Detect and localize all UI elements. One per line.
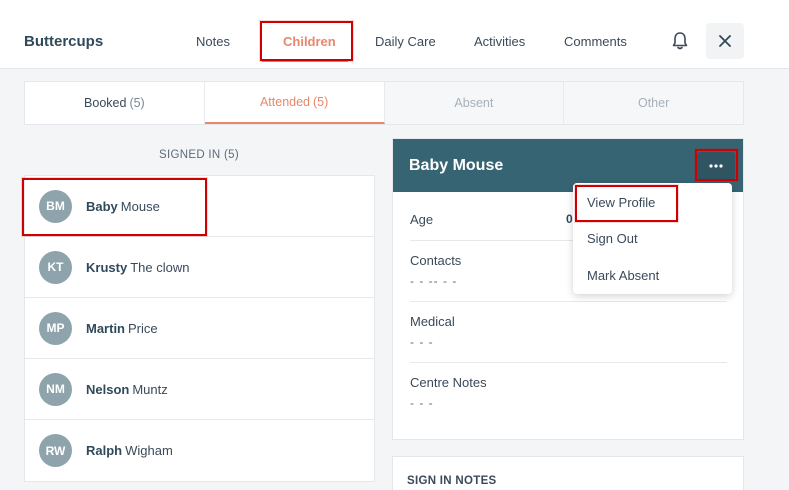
- tab-booked[interactable]: Booked (5): [25, 82, 205, 124]
- close-icon: [719, 35, 731, 47]
- attendance-tabs: Booked (5) Attended (5) Absent Other: [24, 81, 744, 125]
- avatar: BM: [39, 189, 72, 223]
- tab-absent[interactable]: Absent: [384, 82, 565, 124]
- more-dots-icon: [709, 164, 723, 168]
- divider: [410, 362, 727, 363]
- more-options-button[interactable]: [697, 152, 735, 180]
- child-row[interactable]: RW Ralph Wigham: [25, 420, 374, 481]
- nav-children[interactable]: Children: [283, 34, 336, 49]
- tab-count: (5): [313, 95, 329, 109]
- centre-notes-label: Centre Notes: [410, 375, 487, 390]
- centre-notes-field: Centre Notes - - -: [410, 375, 727, 410]
- signed-in-heading: SIGNED IN (5): [159, 149, 239, 161]
- child-first-name: Martin: [86, 320, 125, 336]
- child-row[interactable]: BM Baby Mouse: [25, 176, 374, 237]
- sign-in-notes-title: SIGN IN NOTES: [407, 475, 497, 487]
- divider: [410, 301, 727, 302]
- tab-attended[interactable]: Attended (5): [204, 82, 385, 124]
- close-button[interactable]: [706, 23, 744, 59]
- avatar: RW: [39, 434, 72, 467]
- child-last-name: Wigham: [125, 443, 173, 458]
- child-last-name: Mouse: [120, 198, 160, 214]
- child-first-name: Ralph: [86, 443, 123, 458]
- child-first-name: Baby: [86, 198, 118, 214]
- menu-item-view-profile[interactable]: View Profile: [587, 195, 655, 210]
- avatar: KT: [39, 250, 72, 284]
- child-last-name: The clown: [130, 259, 190, 275]
- child-row[interactable]: KT Krusty The clown: [25, 237, 374, 298]
- child-row[interactable]: NM Nelson Muntz: [25, 359, 374, 420]
- nav-notes[interactable]: Notes: [196, 34, 230, 49]
- nav-daily-care[interactable]: Daily Care: [375, 34, 436, 49]
- child-last-name: Price: [128, 320, 158, 336]
- tab-label: Attended: [259, 95, 310, 109]
- avatar: MP: [39, 311, 72, 345]
- avatar: NM: [39, 372, 72, 406]
- child-first-name: Nelson: [86, 381, 130, 397]
- child-first-name: Krusty: [86, 259, 128, 275]
- tab-label: Absent: [454, 96, 494, 110]
- app-header: Buttercups Notes Children Daily Care Act…: [0, 0, 789, 69]
- tab-other[interactable]: Other: [564, 82, 743, 124]
- sign-in-notes-panel: SIGN IN NOTES: [392, 456, 744, 490]
- nav-activities[interactable]: Activities: [474, 34, 525, 49]
- centre-notes-value: - - -: [410, 396, 434, 410]
- medical-label: Medical: [410, 314, 455, 329]
- menu-item-sign-out[interactable]: Sign Out: [587, 231, 638, 246]
- medical-value: - - -: [410, 335, 434, 349]
- nav-comments[interactable]: Comments: [564, 34, 627, 49]
- tab-count: (5): [129, 96, 145, 110]
- signed-in-list: BM Baby Mouse KT Krusty The clown MP Mar…: [24, 175, 375, 482]
- age-value: 0: [566, 212, 573, 226]
- medical-field: Medical - - -: [410, 314, 727, 349]
- nav-active-underline: [262, 59, 348, 62]
- child-last-name: Muntz: [132, 381, 168, 397]
- child-name-title: Baby Mouse: [409, 156, 504, 174]
- options-menu: View Profile Sign Out Mark Absent: [573, 183, 732, 294]
- brand-title: Buttercups: [24, 33, 104, 50]
- bell-icon[interactable]: [671, 31, 689, 51]
- tab-label: Other: [637, 96, 670, 110]
- child-row[interactable]: MP Martin Price: [25, 298, 374, 359]
- tab-label: Booked: [84, 96, 127, 110]
- menu-item-mark-absent[interactable]: Mark Absent: [587, 268, 659, 283]
